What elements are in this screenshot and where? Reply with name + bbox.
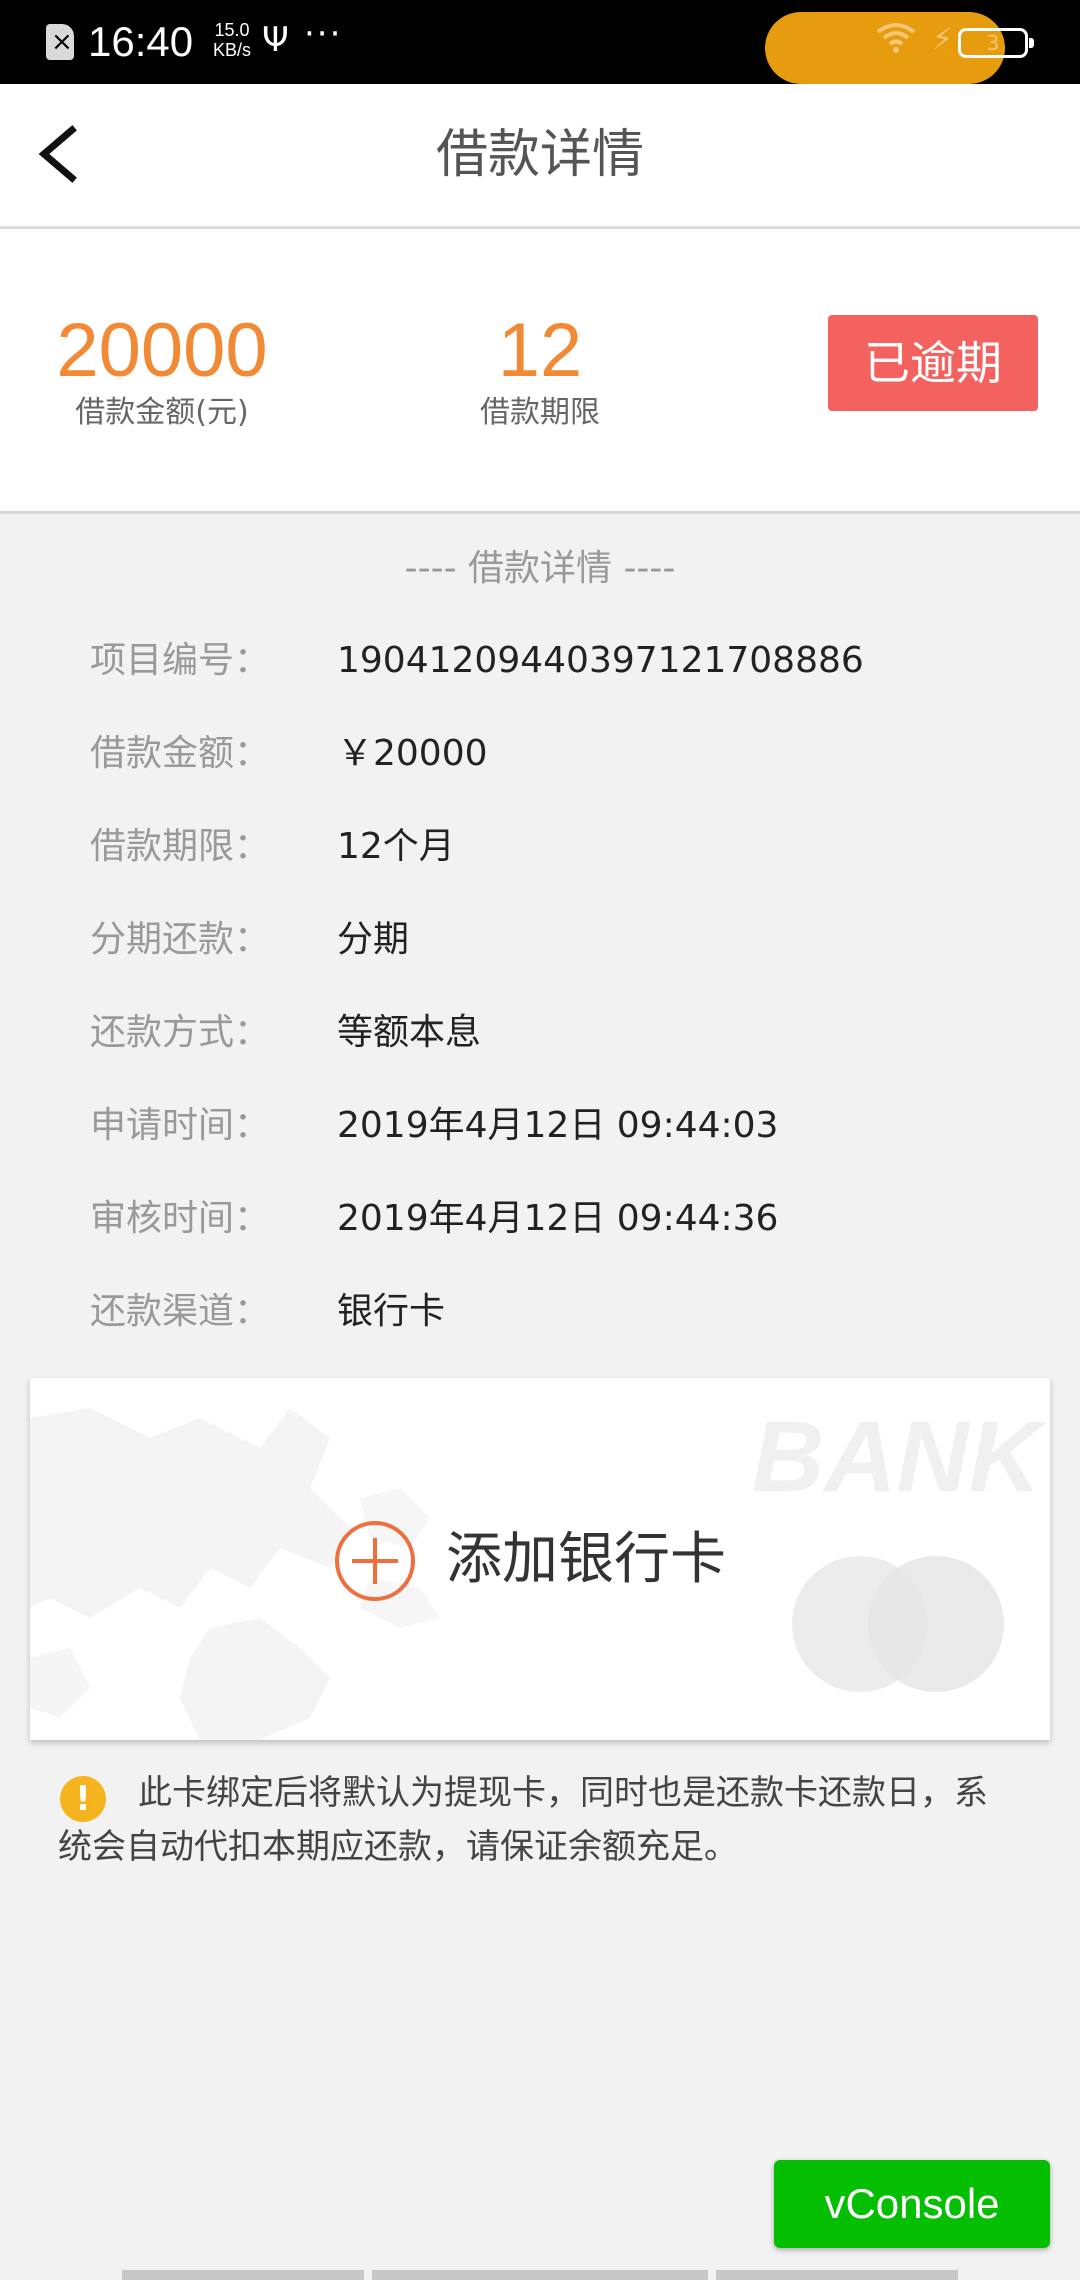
detail-value: 12个月 — [337, 826, 455, 867]
network-speed: 15.0 KB/s — [202, 20, 262, 60]
more-notifications: ··· — [304, 14, 343, 54]
overdue-status-badge: 已逾期 — [828, 315, 1038, 411]
detail-label: 申请时间： — [90, 1105, 271, 1146]
no-sim-icon — [46, 24, 74, 60]
detail-row-loan-term: 借款期限： 12个月 — [0, 817, 1080, 877]
detail-row-apply-time: 申请时间： 2019年4月12日 09:44:03 — [0, 1096, 1080, 1156]
add-bank-card-label: 添加银行卡 — [446, 1527, 726, 1592]
detail-value: 等额本息 — [337, 1012, 482, 1053]
add-bank-card-button[interactable]: BANK 添加银行卡 — [30, 1378, 1050, 1740]
detail-label: 还款渠道： — [90, 1291, 271, 1332]
loan-amount-summary: 20000 借款金额(元) — [52, 309, 272, 433]
detail-label: 借款期限： — [90, 826, 271, 867]
vconsole-button[interactable]: vConsole — [774, 2160, 1050, 2248]
detail-value: 19041209440397121708886 — [337, 640, 864, 681]
loan-term-label: 借款期限 — [480, 395, 600, 430]
detail-value: 2019年4月12日 09:44:03 — [337, 1105, 779, 1146]
detail-row-repayment-channel: 还款渠道： 银行卡 — [0, 1282, 1080, 1342]
loan-term-summary: 12 借款期限 — [430, 309, 650, 433]
page-title: 借款详情 — [435, 125, 644, 185]
charging-icon: ⚡ — [932, 22, 954, 57]
detail-row-project-number: 项目编号： 19041209440397121708886 — [0, 631, 1080, 691]
detail-value: ￥20000 — [337, 733, 488, 774]
scroll-indicator — [372, 2270, 708, 2280]
status-bar: 16:40 15.0 KB/s Ψ ··· ⚡ 3 — [0, 0, 1080, 84]
network-speed-unit: KB/s — [212, 40, 251, 60]
detail-label: 分期还款： — [90, 919, 271, 960]
scroll-indicator — [716, 2270, 958, 2280]
detail-label: 还款方式： — [90, 1012, 271, 1053]
bank-card-notice: ! 此卡绑定后将默认为提现卡，同时也是还款卡还款日，系统会自动代扣本期应还款，请保… — [58, 1768, 1018, 1872]
detail-row-repayment-method: 还款方式： 等额本息 — [0, 1003, 1080, 1063]
wifi-icon — [876, 22, 916, 62]
detail-row-review-time: 审核时间： 2019年4月12日 09:44:36 — [0, 1189, 1080, 1249]
network-speed-value: 15.0 — [214, 20, 250, 40]
plus-circle-icon — [334, 1520, 416, 1602]
battery-icon: 3 — [958, 28, 1034, 58]
card-logo-circle-right — [868, 1556, 1004, 1692]
detail-label: 项目编号： — [90, 640, 271, 681]
notice-text: 此卡绑定后将默认为提现卡，同时也是还款卡还款日，系统会自动代扣本期应还款，请保证… — [58, 1773, 988, 1867]
detail-label: 借款金额： — [90, 733, 271, 774]
detail-value: 分期 — [337, 919, 410, 960]
usb-icon: Ψ — [262, 20, 289, 60]
loan-amount-value: 20000 — [56, 308, 268, 393]
warning-icon: ! — [60, 1776, 106, 1822]
loan-summary: 20000 借款金额(元) 12 借款期限 已逾期 — [0, 229, 1080, 514]
loan-amount-label: 借款金额(元) — [75, 395, 249, 430]
detail-value: 2019年4月12日 09:44:36 — [337, 1198, 779, 1239]
scroll-indicator — [122, 2270, 364, 2280]
detail-label: 审核时间： — [90, 1198, 271, 1239]
status-time: 16:40 — [88, 18, 194, 65]
top-nav-bar: 借款详情 — [0, 84, 1080, 229]
detail-value: 银行卡 — [337, 1291, 446, 1332]
detail-row-installment: 分期还款： 分期 — [0, 910, 1080, 970]
details-section-title: ---- 借款详情 ---- — [404, 548, 676, 589]
detail-row-loan-amount: 借款金额： ￥20000 — [0, 724, 1080, 784]
loan-term-value: 12 — [497, 308, 583, 393]
bank-watermark: BANK — [752, 1401, 1041, 1513]
